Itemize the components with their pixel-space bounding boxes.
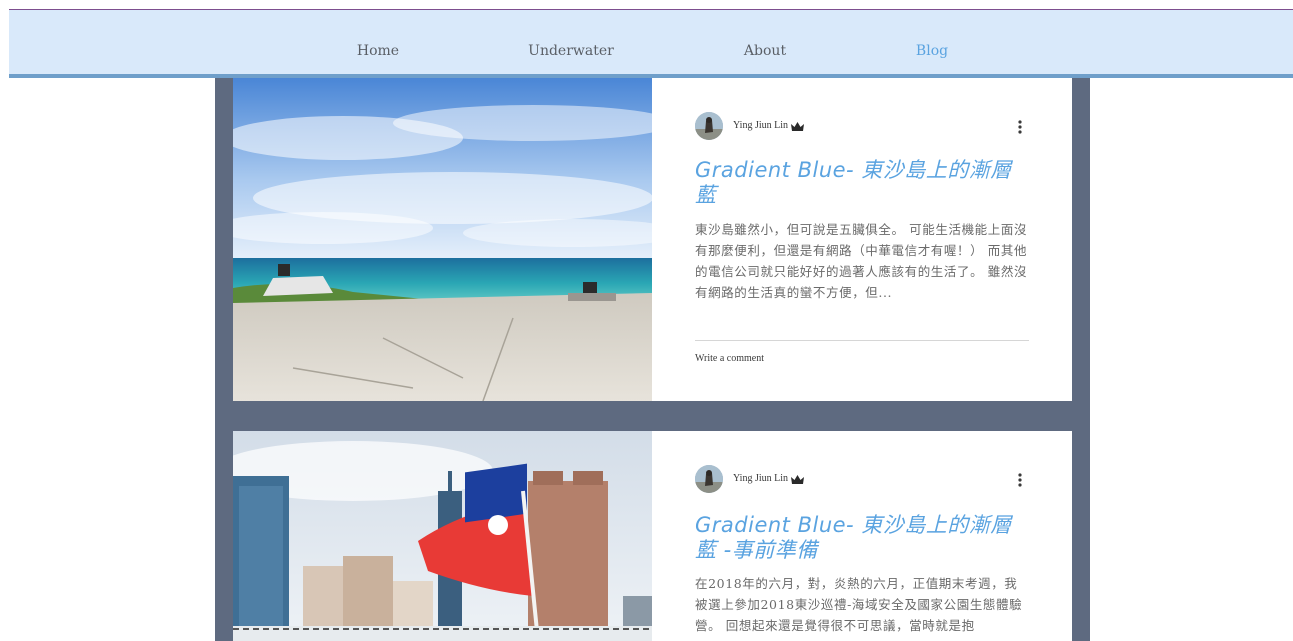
- city-flag-photo: [233, 431, 652, 641]
- nav-item-about[interactable]: About: [744, 43, 786, 59]
- post-excerpt: 東沙島雖然小，但可說是五臟俱全。 可能生活機能上面沒有那麼便利，但還是有網路（中…: [695, 222, 1028, 300]
- author-row: Ying Jiun Lin: [695, 465, 1029, 493]
- seaside-photo: [233, 78, 652, 401]
- post-title[interactable]: Gradient Blue- 東沙島上的漸層藍: [695, 158, 1029, 208]
- post-card[interactable]: Ying Jiun Lin Gradient Blue- 東沙島上的漸層藍 東沙…: [233, 78, 1072, 401]
- nav-item-underwater[interactable]: Underwater: [528, 43, 614, 59]
- post-title[interactable]: Gradient Blue- 東沙島上的漸層藍 -事前準備: [695, 513, 1029, 563]
- top-navigation-bar: Home Underwater About Blog: [9, 10, 1293, 78]
- author-name[interactable]: Ying Jiun Lin: [733, 473, 788, 484]
- more-vertical-icon[interactable]: [1013, 471, 1027, 489]
- nav-item-blog[interactable]: Blog: [916, 43, 948, 59]
- post-cover-image[interactable]: [233, 431, 652, 641]
- more-vertical-icon[interactable]: [1013, 118, 1027, 136]
- post-divider: [695, 340, 1029, 341]
- author-row: Ying Jiun Lin: [695, 112, 1029, 140]
- author-avatar[interactable]: [695, 465, 723, 493]
- post-cover-image[interactable]: [233, 78, 652, 401]
- author-name[interactable]: Ying Jiun Lin: [733, 120, 788, 131]
- write-comment-link[interactable]: Write a comment: [695, 353, 764, 364]
- nav-item-home[interactable]: Home: [357, 43, 399, 59]
- author-avatar[interactable]: [695, 112, 723, 140]
- crown-icon: [791, 122, 804, 131]
- post-card[interactable]: Ying Jiun Lin Gradient Blue- 東沙島上的漸層藍 -事…: [233, 431, 1072, 641]
- post-excerpt: 在2018年的六月，對，炎熱的六月，正值期末考週，我被選上參加2018東沙巡禮-…: [695, 576, 1023, 633]
- crown-icon: [791, 475, 804, 484]
